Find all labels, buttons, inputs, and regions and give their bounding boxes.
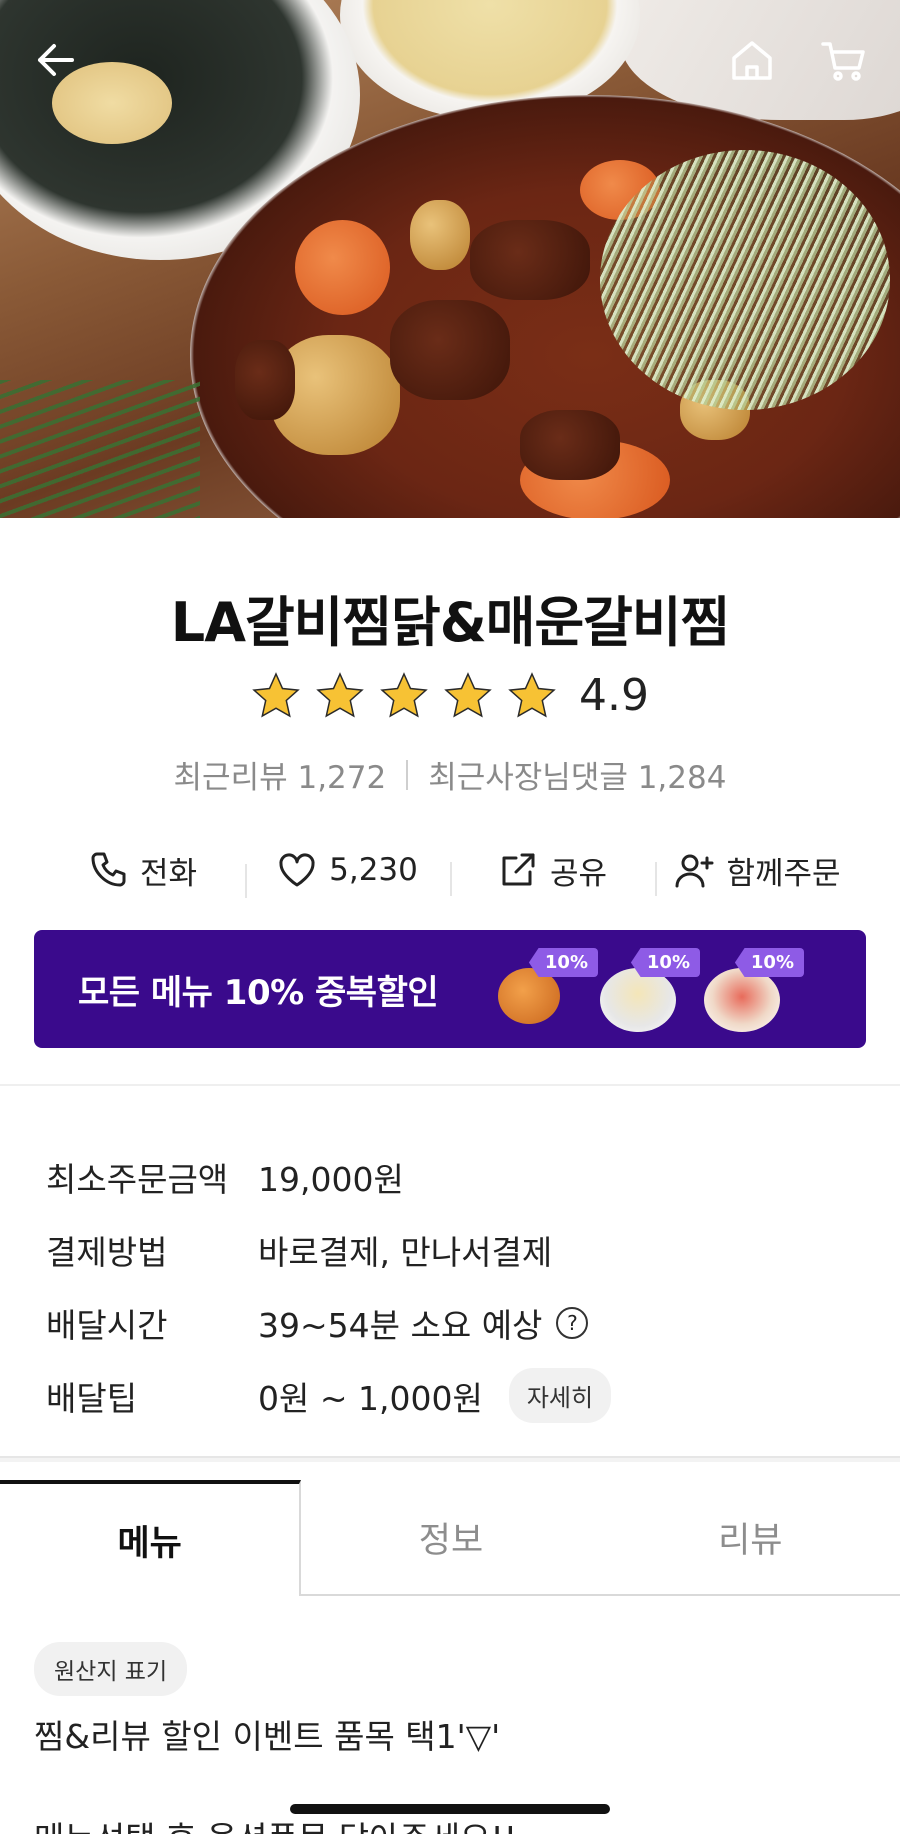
min-order-label: 최소주문금액 bbox=[46, 1159, 229, 1199]
cart-button[interactable] bbox=[812, 28, 876, 92]
payment-row: 결제방법 바로결제, 만나서결제 bbox=[46, 1213, 866, 1286]
delivery-tip-label: 배달팁 bbox=[46, 1378, 138, 1418]
hero-green-onion bbox=[600, 150, 890, 410]
hero-rib bbox=[470, 220, 590, 300]
cart-icon bbox=[821, 42, 865, 81]
hero-leaf bbox=[0, 380, 200, 518]
min-order-value: 19,000원 bbox=[258, 1159, 404, 1199]
phone-icon bbox=[91, 852, 126, 887]
sushi-plate-icon bbox=[704, 968, 780, 1032]
rating-row: 4.9 bbox=[0, 670, 900, 721]
rating-value: 4.9 bbox=[579, 670, 649, 721]
recent-reviews-count[interactable]: 최근리뷰 1,272 bbox=[174, 752, 387, 797]
noodle-coupon-icon: 10% bbox=[596, 948, 706, 1036]
noodle-bowl-icon bbox=[600, 968, 676, 1032]
section-divider bbox=[0, 1456, 900, 1462]
banner-text: 모든 메뉴 10% 중복할인 bbox=[78, 972, 439, 1013]
delivery-time-label: 배달시간 bbox=[46, 1305, 168, 1345]
star-icon bbox=[508, 671, 556, 717]
star-icon bbox=[316, 671, 364, 717]
home-icon bbox=[732, 41, 772, 80]
chicken-coupon-icon: 10% bbox=[494, 948, 604, 1036]
store-actions: 전화 5,230 공유 함께주문 bbox=[40, 838, 860, 902]
call-label: 전화 bbox=[139, 855, 198, 892]
home-button[interactable] bbox=[720, 28, 784, 92]
share-label: 공유 bbox=[549, 855, 608, 892]
share-icon bbox=[502, 853, 535, 886]
call-button[interactable]: 전화 bbox=[40, 848, 245, 893]
heart-icon bbox=[279, 853, 315, 887]
group-order-button[interactable]: 함께주문 bbox=[655, 848, 860, 896]
delivery-time-value: 39~54분 소요 예상 bbox=[258, 1305, 543, 1345]
origin-label-chip[interactable]: 원산지 표기 bbox=[34, 1642, 188, 1696]
back-button[interactable] bbox=[24, 28, 88, 92]
store-name: LA갈비찜닭&매운갈비찜 bbox=[170, 591, 730, 654]
hero-rib bbox=[390, 300, 510, 400]
min-order-row: 최소주문금액 19,000원 bbox=[46, 1140, 866, 1213]
help-icon[interactable]: ? bbox=[556, 1306, 589, 1339]
delivery-tip-detail-button[interactable]: 자세히 bbox=[508, 1368, 612, 1423]
star-icon bbox=[380, 671, 428, 717]
coupon-tag: 10% bbox=[630, 948, 700, 977]
hero-carrot bbox=[295, 220, 390, 315]
delivery-time-value-group: 39~54분 소요 예상 ? bbox=[258, 1299, 589, 1347]
menu-notice-line1: 찜&리뷰 할인 이벤트 품목 택1'▽' bbox=[34, 1717, 501, 1756]
tab-reviews[interactable]: 리뷰 bbox=[601, 1480, 900, 1594]
menu-notice-line2: 메뉴선택 후 옵션품목 담아주세요!! bbox=[34, 1812, 517, 1834]
divider bbox=[0, 1084, 900, 1086]
review-stats: 최근리뷰 1,272 최근사장님댓글 1,284 bbox=[0, 752, 900, 797]
payment-value: 바로결제, 만나서결제 bbox=[258, 1232, 553, 1272]
star-icon bbox=[444, 671, 492, 717]
home-indicator[interactable] bbox=[290, 1804, 610, 1814]
favorite-count: 5,230 bbox=[329, 852, 418, 888]
delivery-tip-value: 0원 ~ 1,000원 bbox=[258, 1378, 483, 1418]
add-person-icon bbox=[675, 854, 714, 888]
coupon-tag: 10% bbox=[734, 948, 804, 977]
group-order-label: 함께주문 bbox=[726, 855, 841, 892]
hero-potato bbox=[410, 200, 470, 270]
separator bbox=[406, 759, 409, 790]
coupon-tag: 10% bbox=[528, 948, 598, 977]
store-tabs: 메뉴 정보 리뷰 bbox=[0, 1480, 900, 1596]
arrow-left-icon bbox=[38, 44, 74, 76]
star-icon bbox=[252, 671, 300, 717]
recent-owner-replies-count[interactable]: 최근사장님댓글 1,284 bbox=[428, 752, 726, 797]
store-info: 최소주문금액 19,000원 결제방법 바로결제, 만나서결제 배달시간 39~… bbox=[46, 1140, 866, 1432]
sushi-coupon-icon: 10% bbox=[700, 948, 810, 1036]
tab-info[interactable]: 정보 bbox=[301, 1480, 600, 1594]
tab-menu[interactable]: 메뉴 bbox=[0, 1480, 302, 1596]
favorite-button[interactable]: 5,230 bbox=[245, 850, 450, 898]
delivery-tip-row: 배달팁 0원 ~ 1,000원 자세히 bbox=[46, 1359, 866, 1432]
payment-label: 결제방법 bbox=[46, 1232, 168, 1272]
hero-rib bbox=[235, 340, 295, 420]
share-button[interactable]: 공유 bbox=[450, 848, 655, 896]
hero-rib bbox=[520, 410, 620, 480]
delivery-time-row: 배달시간 39~54분 소요 예상 ? bbox=[46, 1286, 866, 1359]
delivery-tip-value-group: 0원 ~ 1,000원 자세히 bbox=[258, 1368, 612, 1423]
discount-banner[interactable]: 모든 메뉴 10% 중복할인 10% 10% 10% bbox=[34, 930, 866, 1048]
